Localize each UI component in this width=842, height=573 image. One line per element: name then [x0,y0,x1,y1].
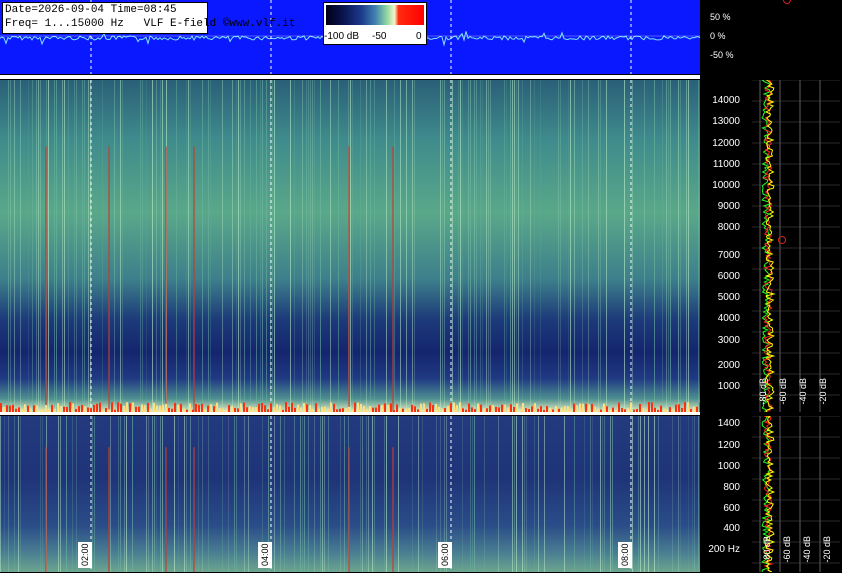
freq-label: 10000 [712,180,740,191]
freq-label: 3000 [717,335,740,346]
marker-circle-icon [778,236,786,244]
spectrum-plot-upper: -80 dB -60 dB -40 dB -20 dB [752,80,840,412]
spectrogram-lower-overlay [0,416,699,572]
colorbar-legend: -100 dB -50 0 [323,2,427,45]
db-label: -40 dB [798,378,808,405]
spectrogram-lower [0,416,700,572]
freq-label: 800 [723,482,740,493]
db-label: -60 dB [778,378,788,405]
freq-label: 11000 [712,159,740,170]
time-label-0200: 02:00 [78,542,92,568]
db-label: -20 dB [822,536,832,563]
waveform-strip: Date=2026-09-04 Time=08:45 Freq= 1...150… [0,0,700,74]
db-label: -20 dB [818,378,828,405]
colorbar-mid-label: -50 [372,31,387,42]
db-label: -80 dB [762,536,772,563]
time-label-0800: 08:00 [618,542,632,568]
spectrogram-upper [0,80,700,412]
freq-label: 2000 [717,360,740,371]
date-time-label: Date=2026-09-04 Time=08:45 [5,4,177,16]
freq-label: 5000 [717,292,740,303]
colorbar-max-label: 0 [416,31,422,42]
spectrogram-upper-overlay [0,80,700,412]
freq-label: 1000 [717,381,740,392]
info-box: Date=2026-09-04 Time=08:45 Freq= 1...150… [2,2,295,34]
freq-label: 9000 [717,201,740,212]
colorbar-gradient [326,5,424,25]
freq-label: 4000 [717,313,740,324]
vlf-monitor-window: Date=2026-09-04 Time=08:45 Freq= 1...150… [0,0,842,573]
db-label: -80 dB [758,378,768,405]
freq-label: 600 [723,503,740,514]
freq-label: 400 [723,523,740,534]
scale-label-neg50: -50 % [710,50,734,60]
frequency-range-label: Freq= 1...15000 Hz VLF E-field ©www.vlf.… [5,18,296,30]
freq-label: 13000 [712,116,740,127]
freq-label: 12000 [712,138,740,149]
db-label: -60 dB [782,536,792,563]
freq-label: 14000 [712,95,740,106]
freq-label: 6000 [717,271,740,282]
separator-middle [0,412,700,415]
freq-label: 1200 [717,440,740,451]
marker-circle-icon [783,0,791,4]
spectrum-upper-trace [752,80,840,412]
time-label-0600: 06:00 [438,542,452,568]
scale-label-50: 50 % [710,12,731,22]
freq-label: 7000 [717,250,740,261]
separator-top [0,75,700,79]
time-label-0400: 04:00 [258,542,272,568]
freq-label: 1000 [717,461,740,472]
db-label: -40 dB [802,536,812,563]
scale-label-0: 0 % [710,31,726,41]
colorbar-min-label: -100 dB [324,31,360,42]
freq-label: 1400 [717,418,740,429]
freq-label: 8000 [717,222,740,233]
spectrum-plot-lower: -80 dB -60 dB -40 dB -20 dB [752,416,840,572]
freq-label: 200 Hz [708,544,740,555]
